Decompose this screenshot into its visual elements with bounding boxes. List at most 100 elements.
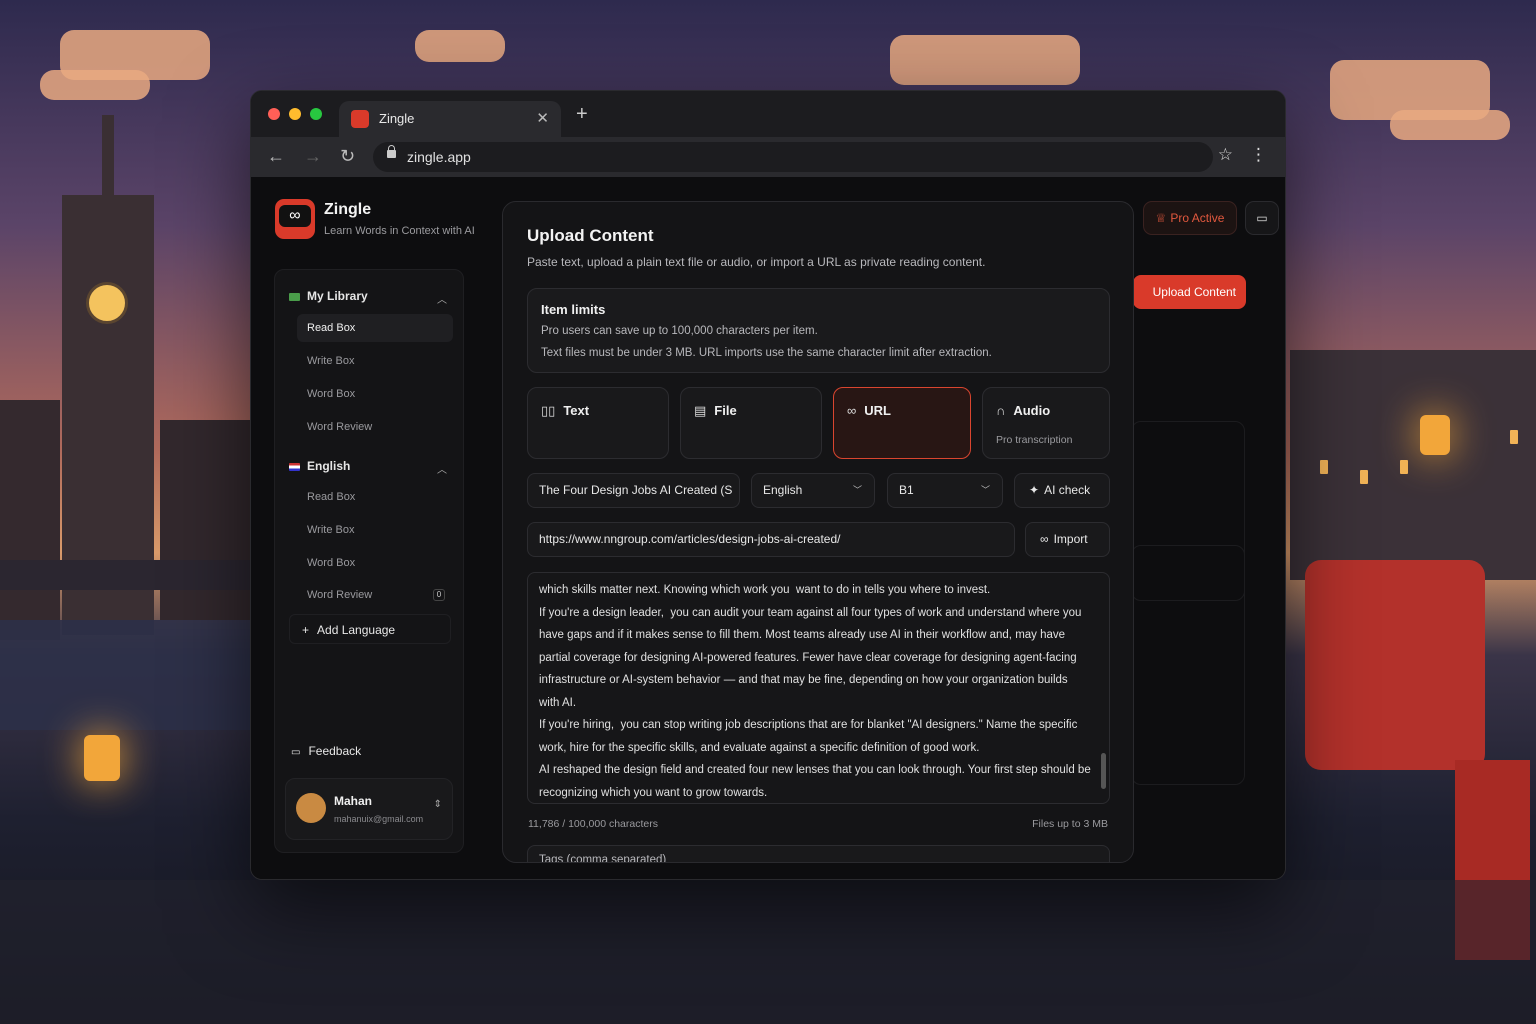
character-counter: 11,786 / 100,000 characters xyxy=(528,818,658,830)
feedback-label: Feedback xyxy=(308,744,362,758)
bookmark-star-icon[interactable]: ☆ xyxy=(1218,145,1233,165)
source-type-file[interactable]: ▤ File xyxy=(680,387,822,459)
back-icon[interactable]: ← xyxy=(267,146,285,166)
crown-icon: ♕ xyxy=(1155,211,1167,225)
sidebar-item-en-write-box[interactable]: Write Box xyxy=(297,516,453,544)
file-icon: ▤ xyxy=(694,403,707,418)
language-title: English xyxy=(307,459,351,473)
language-value: English xyxy=(763,483,803,497)
pro-label: Pro Active xyxy=(1170,211,1225,225)
file-size-limit: Files up to 3 MB xyxy=(1032,818,1108,830)
dialog-subtitle: Paste text, upload a plain text file or … xyxy=(527,255,986,269)
title-input[interactable]: The Four Design Jobs AI Created (S xyxy=(527,473,740,508)
link-icon: ∞ xyxy=(847,403,857,418)
new-tab-button[interactable]: + xyxy=(576,104,588,124)
upload-content-button[interactable]: Upload Content xyxy=(1133,275,1246,309)
sidebar-item-write-box[interactable]: Write Box xyxy=(297,347,453,375)
url-text: zingle.app xyxy=(407,149,471,165)
lamp-glow xyxy=(84,735,120,781)
tab-title: Zingle xyxy=(379,111,415,126)
double-decker-bus xyxy=(1305,560,1485,770)
audio-sub-label: Pro transcription xyxy=(996,434,1073,446)
chevron-down-icon: ﹀ xyxy=(852,485,862,495)
add-language-button[interactable]: + Add Language xyxy=(289,614,451,644)
maximize-window-button[interactable] xyxy=(310,108,322,120)
book-icon: ▯▯ xyxy=(541,403,556,418)
content-textarea[interactable]: which skills matter next. Knowing which … xyxy=(527,572,1110,804)
zingle-logo xyxy=(275,199,315,239)
browser-tab[interactable]: Zingle ✕ xyxy=(339,101,561,137)
url-input[interactable]: https://www.nngroup.com/articles/design-… xyxy=(527,522,1015,557)
item-limits-box: Item limits Pro users can save up to 100… xyxy=(527,288,1110,373)
source-type-label: File xyxy=(714,403,737,418)
clock-face xyxy=(86,282,128,324)
sidebar-library-header[interactable]: My Library xyxy=(289,289,368,303)
level-value: B1 xyxy=(899,483,914,497)
ai-check-button[interactable]: ✦ AI check xyxy=(1014,473,1110,508)
sidebar: My Library ︿ Read Box Write Box Word Box… xyxy=(274,269,464,853)
chevron-up-icon[interactable]: ︿ xyxy=(437,461,447,476)
source-type-url[interactable]: ∞ URL xyxy=(833,387,971,459)
zingle-favicon-icon xyxy=(351,110,369,128)
us-flag-icon xyxy=(289,462,300,471)
display-icon[interactable]: ▭ xyxy=(1245,201,1279,235)
sidebar-item-read-box[interactable]: Read Box xyxy=(297,314,453,342)
sidebar-item-en-read-box[interactable]: Read Box xyxy=(297,483,453,511)
address-bar[interactable]: zingle.app xyxy=(373,142,1213,172)
address-toolbar: ← → ↻ zingle.app ☆ ⋮ xyxy=(251,137,1285,177)
upload-content-dialog: Upload Content Paste text, upload a plai… xyxy=(502,201,1134,863)
level-select[interactable]: B1 ﹀ xyxy=(887,473,1003,508)
import-button[interactable]: ∞ Import xyxy=(1025,522,1110,557)
minimize-window-button[interactable] xyxy=(289,108,301,120)
source-type-label: Text xyxy=(563,403,590,418)
chevron-updown-icon: ⇕ xyxy=(433,799,442,810)
source-type-label: URL xyxy=(864,403,891,418)
source-type-audio[interactable]: ∩ Audio Pro transcription xyxy=(982,387,1110,459)
import-label: Import xyxy=(1053,532,1088,546)
language-select[interactable]: English ﹀ xyxy=(751,473,875,508)
headphones-icon: ∩ xyxy=(996,403,1006,418)
feedback-button[interactable]: ▭ Feedback xyxy=(291,744,361,758)
limits-line: Pro users can save up to 100,000 charact… xyxy=(541,325,818,337)
lock-icon xyxy=(387,145,396,158)
sparkle-icon: ✦ xyxy=(1029,483,1040,497)
limits-title: Item limits xyxy=(541,302,606,317)
sidebar-item-word-review[interactable]: Word Review xyxy=(297,413,453,441)
lamp-glow xyxy=(1420,415,1450,455)
tab-bar: Zingle ✕ + xyxy=(251,91,1285,137)
background-panel xyxy=(1131,545,1245,785)
link-icon: ∞ xyxy=(1040,532,1049,546)
sidebar-item-word-box[interactable]: Word Box xyxy=(297,380,453,408)
library-title: My Library xyxy=(307,289,368,303)
browser-window: Zingle ✕ + ← → ↻ zingle.app ☆ ⋮ Zingle L… xyxy=(250,90,1286,880)
dialog-title: Upload Content xyxy=(527,226,654,245)
ai-check-label: AI check xyxy=(1044,483,1091,497)
plus-icon: + xyxy=(302,623,310,637)
content-text: which skills matter next. Knowing which … xyxy=(539,584,1091,799)
sidebar-language-header[interactable]: English xyxy=(289,459,350,473)
textarea-scrollbar[interactable] xyxy=(1101,753,1106,789)
forward-icon[interactable]: → xyxy=(304,146,322,166)
review-count-badge: 0 xyxy=(433,589,445,601)
user-name: Mahan xyxy=(334,794,373,808)
chevron-up-icon[interactable]: ︿ xyxy=(437,291,447,306)
user-email: mahanuix@gmail.com xyxy=(334,814,424,824)
source-type-text[interactable]: ▯▯ Text xyxy=(527,387,669,459)
close-window-button[interactable] xyxy=(268,108,280,120)
app-tagline: Learn Words in Context with AI xyxy=(324,225,475,237)
browser-menu-icon[interactable]: ⋮ xyxy=(1250,145,1267,165)
library-icon xyxy=(289,292,300,301)
source-type-label: Audio xyxy=(1013,403,1051,418)
pro-active-button[interactable]: ♕ Pro Active xyxy=(1143,201,1237,235)
app-name: Zingle xyxy=(324,201,372,218)
close-tab-icon[interactable]: ✕ xyxy=(536,109,549,127)
sidebar-item-en-word-review[interactable]: Word Review 0 xyxy=(297,581,453,609)
avatar xyxy=(296,793,326,823)
tags-input[interactable]: Tags (comma separated) xyxy=(527,845,1110,862)
add-language-label: Add Language xyxy=(317,623,396,637)
reload-icon[interactable]: ↻ xyxy=(340,146,355,166)
user-menu[interactable]: Mahan mahanuix@gmail.com ⇕ xyxy=(285,778,453,840)
app-viewport: Zingle Learn Words in Context with AI My… xyxy=(251,177,1285,879)
chat-icon: ▭ xyxy=(291,747,301,758)
sidebar-item-en-word-box[interactable]: Word Box xyxy=(297,549,453,577)
